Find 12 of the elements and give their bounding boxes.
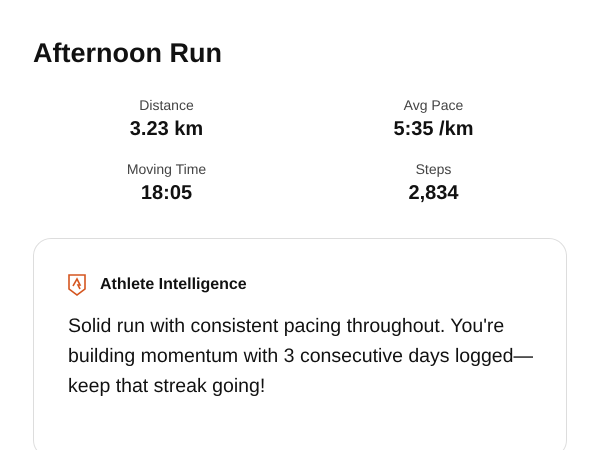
insight-text: Solid run with consistent pacing throughout. You're building momentum with 3 consecutive days logged—keep that streak going! [68, 314, 534, 399]
stat-value: 5:35 /km [393, 117, 474, 142]
stat-label: Moving Time [126, 160, 206, 178]
card-heading: Athlete Intelligence [100, 275, 247, 295]
activity-title: Afternoon Run [33, 37, 222, 70]
stat-label: Steps [416, 160, 452, 178]
stat-label: Avg Pace [404, 96, 464, 114]
stat-value: 3.23 km [130, 117, 204, 142]
stat-value: 18:05 [140, 181, 192, 206]
stat-value: 2,834 [408, 181, 459, 206]
stat-label: Distance [139, 96, 194, 114]
shield-icon [68, 274, 86, 296]
